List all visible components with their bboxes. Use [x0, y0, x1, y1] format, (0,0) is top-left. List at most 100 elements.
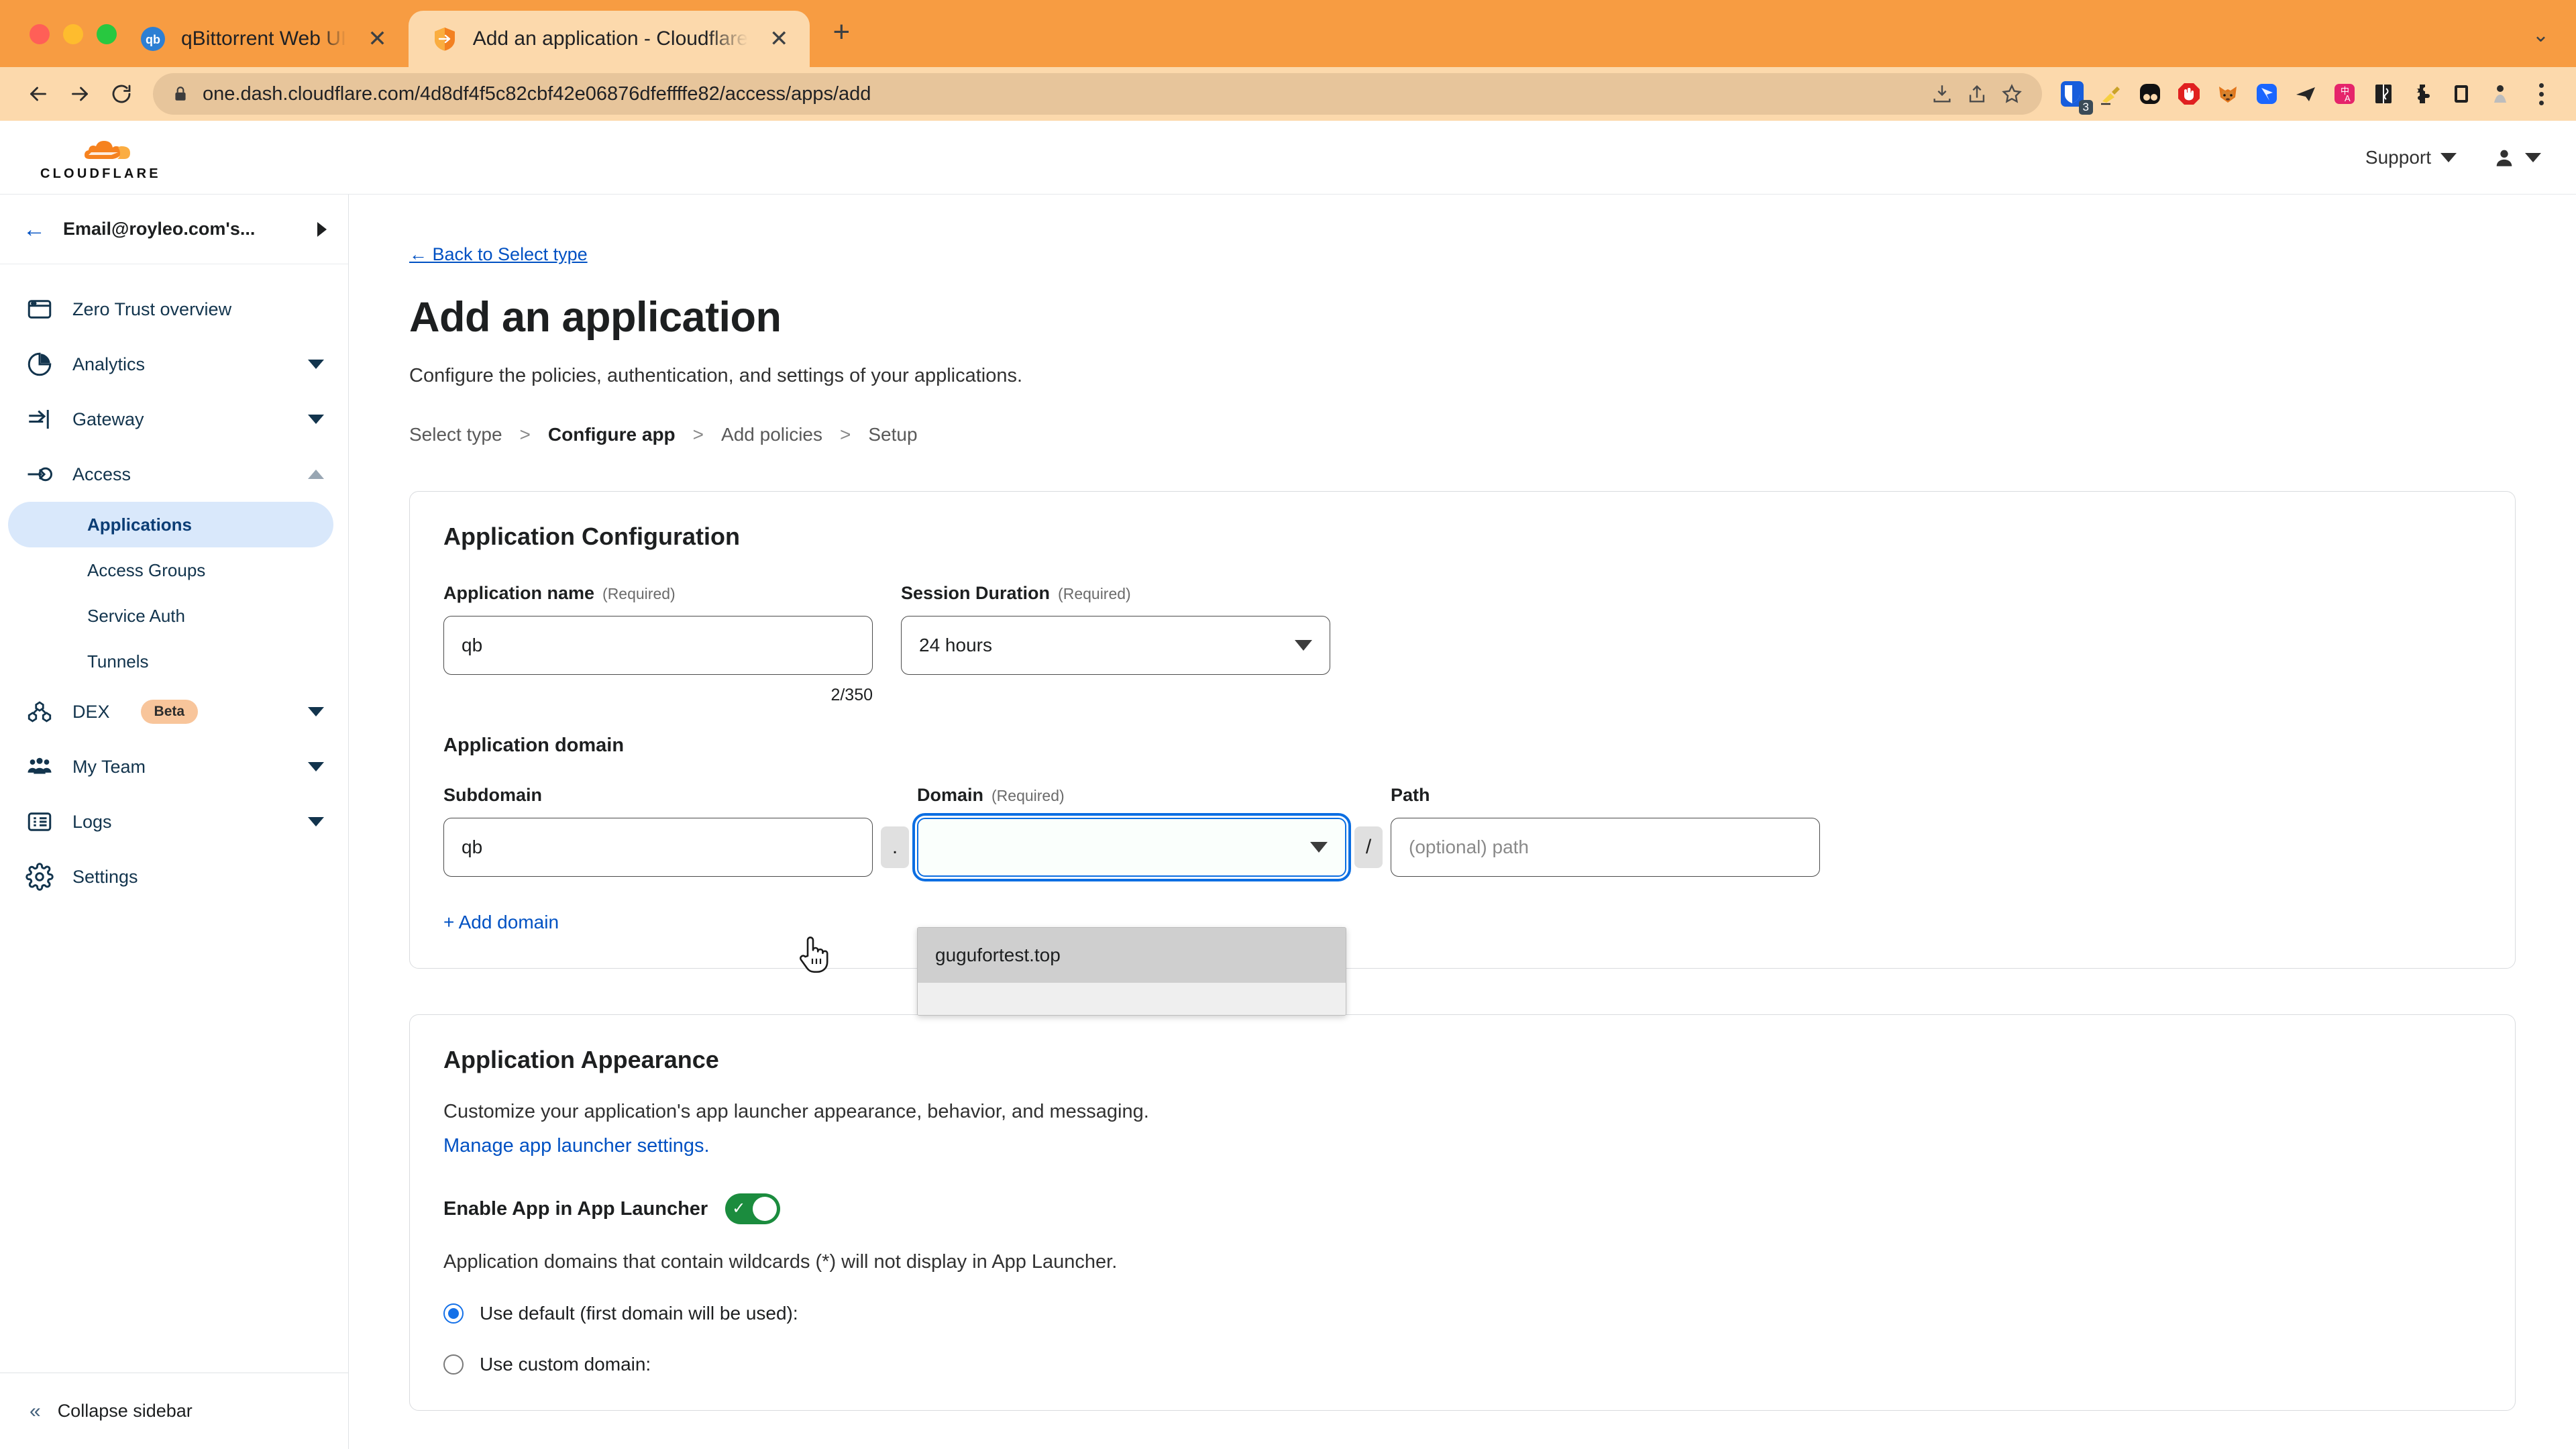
panda-extension-icon[interactable] — [2131, 74, 2169, 113]
chevron-down-icon[interactable] — [308, 817, 324, 826]
window-traffic-lights — [0, 24, 117, 67]
puzzle-extensions-icon[interactable] — [2403, 74, 2442, 113]
maximize-window-button[interactable] — [97, 24, 117, 44]
sidebar-item-analytics[interactable]: Analytics — [0, 337, 348, 392]
access-arrow-icon — [28, 467, 52, 482]
reload-icon[interactable] — [101, 73, 142, 115]
close-window-button[interactable] — [30, 24, 50, 44]
application-name-value: qb — [462, 635, 483, 655]
chevron-up-icon[interactable] — [308, 470, 324, 479]
sidebar-item-settings[interactable]: Settings — [0, 849, 348, 904]
chevron-down-icon[interactable] — [308, 762, 324, 771]
bookmark-manager-extension-icon[interactable] — [2364, 74, 2403, 113]
subdomain-input[interactable]: qb — [443, 818, 873, 877]
path-input[interactable]: (optional) path — [1391, 818, 1820, 877]
toggle-knob — [753, 1197, 777, 1221]
domain-dropdown-list[interactable]: gugufortest.top — [917, 927, 1346, 1016]
sidebar-item-access-groups[interactable]: Access Groups — [8, 547, 333, 593]
highlighter-pen-extension-icon[interactable] — [2092, 74, 2131, 113]
svg-text:qb: qb — [146, 33, 160, 46]
browser-tab-cloudflare[interactable]: Add an application - Cloudflare ✕ — [408, 11, 810, 67]
bookmark-star-icon[interactable] — [2000, 83, 2023, 105]
sidebar-subitem-label: Service Auth — [87, 605, 185, 626]
install-app-icon[interactable] — [1931, 83, 1953, 105]
domain-select[interactable] — [912, 813, 1351, 881]
enable-app-launcher-toggle[interactable]: ✓ — [725, 1193, 781, 1224]
sidebar-item-applications[interactable]: Applications — [8, 502, 333, 547]
use-custom-domain-row[interactable]: Use custom domain: — [443, 1354, 2481, 1375]
sidebar-item-label: Gateway — [72, 409, 144, 429]
sidebar-item-my-team[interactable]: My Team — [0, 739, 348, 794]
chevron-down-icon[interactable] — [308, 360, 324, 369]
main-content: ← Back to Select type Add an application… — [349, 195, 2576, 1449]
use-default-domain-radio[interactable] — [443, 1303, 464, 1324]
step-add-policies[interactable]: Add policies — [721, 424, 822, 445]
application-name-label: Application name (Required) — [443, 583, 676, 603]
kebab-menu-icon[interactable] — [2524, 83, 2559, 105]
account-switcher[interactable]: ← Email@royleo.com's... — [0, 195, 348, 264]
beta-badge: Beta — [140, 700, 199, 724]
metamask-fox-extension-icon[interactable] — [2208, 74, 2247, 113]
page-subtitle: Configure the policies, authentication, … — [409, 365, 1023, 386]
support-menu[interactable]: Support — [2365, 147, 2457, 168]
sidebar-item-dex[interactable]: DEX Beta — [0, 684, 348, 739]
new-tab-button[interactable]: + — [810, 17, 873, 67]
forward-arrow-icon[interactable] — [59, 73, 101, 115]
step-configure-app[interactable]: Configure app — [548, 424, 676, 445]
sidebar-item-tunnels[interactable]: Tunnels — [8, 639, 333, 684]
subdomain-value: qb — [462, 837, 483, 857]
sidebar-item-label: Zero Trust overview — [72, 299, 232, 319]
browser-tab-qbittorrent[interactable]: qb qBittorrent Web UI ✕ — [117, 11, 409, 67]
session-duration-select[interactable]: 24 hours — [901, 616, 1330, 675]
close-tab-button[interactable]: ✕ — [763, 23, 796, 54]
sidebar-item-service-auth[interactable]: Service Auth — [8, 593, 333, 639]
adblock-stop-extension-icon[interactable] — [2169, 74, 2208, 113]
close-tab-button[interactable]: ✕ — [361, 23, 394, 54]
address-bar[interactable]: one.dash.cloudflare.com/4d8df4f5c82cbf42… — [153, 73, 2042, 115]
minimize-window-button[interactable] — [63, 24, 83, 44]
application-name-counter: 2/350 — [830, 686, 873, 704]
left-arrow-icon[interactable]: ← — [23, 218, 46, 241]
profile-avatar-icon[interactable] — [2481, 74, 2520, 113]
sidebar-item-gateway[interactable]: Gateway — [0, 392, 348, 447]
sidebar-subitem-label: Tunnels — [87, 651, 149, 672]
chevron-down-icon[interactable]: ⌄ — [2532, 24, 2549, 46]
use-default-domain-row[interactable]: Use default (first domain will be used): — [443, 1303, 2481, 1324]
chevron-down-icon — [2440, 152, 2457, 162]
step-separator: > — [519, 424, 531, 445]
chevron-right-icon[interactable] — [317, 221, 327, 237]
omnibox-actions — [1931, 83, 2023, 105]
application-configuration-card: Application Configuration Application na… — [409, 491, 2516, 1016]
sidebar-item-zero-trust-overview[interactable]: Zero Trust overview — [0, 282, 348, 337]
blue-arrow-extension-icon[interactable] — [2247, 74, 2286, 113]
add-domain-link[interactable]: + Add domain — [443, 912, 559, 932]
bitwarden-extension-icon[interactable]: 3 — [2053, 74, 2093, 115]
account-menu[interactable] — [2493, 146, 2541, 169]
share-icon[interactable] — [1966, 83, 1988, 105]
sidepanel-extension-icon[interactable] — [2442, 74, 2481, 113]
domain-dropdown-option[interactable]: gugufortest.top — [918, 928, 1346, 983]
application-appearance-card: Application Appearance Customize your ap… — [409, 1014, 2516, 1411]
step-select-type[interactable]: Select type — [409, 424, 502, 445]
chevron-down-icon[interactable] — [308, 707, 324, 716]
wizard-steps: Select type > Configure app > Add polici… — [409, 424, 2516, 445]
cloudflare-logo[interactable]: CLOUDFLARE — [40, 133, 161, 182]
sidebar-item-logs[interactable]: Logs — [0, 794, 348, 849]
manage-app-launcher-settings-link[interactable]: Manage app launcher settings. — [443, 1135, 710, 1157]
gateway-arrow-icon — [29, 410, 49, 429]
account-name: Email@royleo.com's... — [63, 219, 256, 239]
back-to-select-type-link[interactable]: ← Back to Select type — [409, 244, 588, 265]
chevron-down-icon — [2525, 152, 2541, 162]
chevron-down-icon[interactable] — [308, 415, 324, 424]
use-custom-domain-radio[interactable] — [443, 1354, 464, 1375]
application-name-input[interactable]: qb — [443, 616, 873, 675]
translate-extension-icon[interactable]: 中A — [2325, 74, 2364, 113]
sidebar-item-access[interactable]: Access — [0, 447, 348, 502]
telegram-paperplane-extension-icon[interactable] — [2286, 74, 2325, 113]
back-arrow-icon[interactable] — [17, 73, 59, 115]
extensions-bar: 3 中A — [2053, 74, 2559, 115]
collapse-sidebar-button[interactable]: « Collapse sidebar — [0, 1373, 348, 1449]
domain-dropdown-empty-row — [918, 983, 1346, 1015]
sidebar-item-label: Access — [72, 464, 131, 484]
step-setup[interactable]: Setup — [868, 424, 917, 445]
